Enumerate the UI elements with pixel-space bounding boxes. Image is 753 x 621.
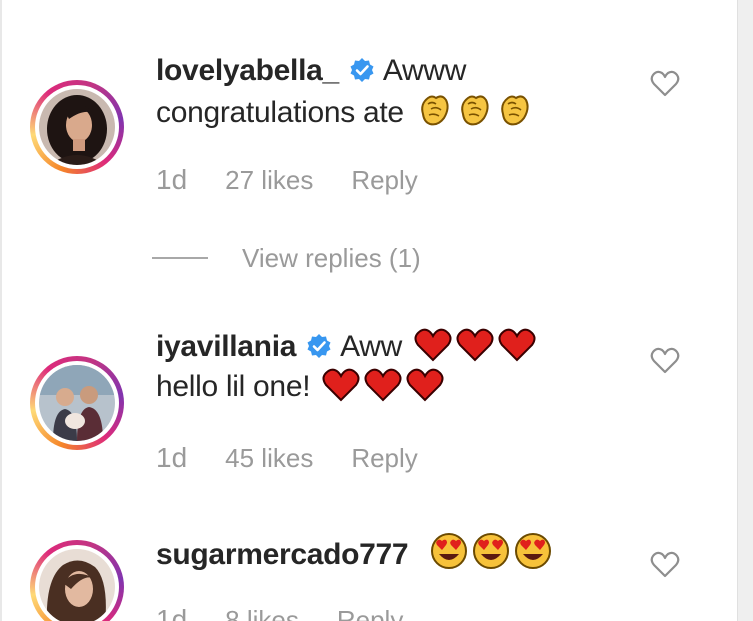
- red-heart-emoji-icon: [456, 328, 494, 362]
- avatar[interactable]: [39, 89, 115, 165]
- view-replies-button[interactable]: View replies (1): [152, 240, 421, 276]
- clapping-hands-emoji-icon: [416, 92, 452, 128]
- comment-text: Awww: [382, 54, 467, 87]
- avatar[interactable]: [39, 549, 115, 621]
- clapping-hands-emoji-icon: [496, 92, 532, 128]
- verified-badge-icon: [306, 331, 332, 369]
- comment-text: hello lil one!: [156, 370, 311, 403]
- likes-count[interactable]: 27 likes: [225, 165, 313, 196]
- like-heart-icon[interactable]: [650, 70, 680, 98]
- comment-meta: 1d 8 likes Reply: [156, 604, 403, 621]
- like-heart-icon[interactable]: [650, 347, 680, 375]
- comment-text-line-1: lovelyabella_ Awww: [156, 52, 466, 93]
- avatar-story-ring[interactable]: [30, 540, 124, 621]
- comment-text: congratulations ate: [156, 96, 404, 129]
- scrollbar[interactable]: [737, 0, 753, 621]
- comment-meta: 1d 45 likes Reply: [156, 442, 418, 474]
- reply-button[interactable]: Reply: [337, 605, 403, 621]
- username[interactable]: sugarmercado777: [156, 538, 409, 571]
- comment-text-line-2: congratulations ate: [156, 92, 532, 132]
- comment-text-line-1: sugarmercado777: [156, 532, 552, 574]
- comment-lovelyabella: lovelyabella_ Awww congratulations ate 1d…: [0, 0, 737, 240]
- heart-eyes-face-emoji-icon: [430, 532, 468, 570]
- red-heart-emoji-icon: [322, 368, 360, 402]
- username[interactable]: lovelyabella_: [156, 54, 339, 87]
- red-heart-emoji-icon: [414, 328, 452, 362]
- likes-count[interactable]: 8 likes: [225, 605, 299, 621]
- reply-button[interactable]: Reply: [351, 443, 417, 474]
- clapping-hands-emoji-icon: [456, 92, 492, 128]
- timestamp: 1d: [156, 164, 188, 195]
- comment-meta: 1d 27 likes Reply: [156, 164, 418, 196]
- verified-badge-icon: [349, 55, 375, 93]
- timestamp: 1d: [156, 442, 188, 473]
- reply-button[interactable]: Reply: [351, 165, 417, 196]
- username[interactable]: iyavillania: [156, 330, 296, 363]
- likes-count[interactable]: 45 likes: [225, 443, 313, 474]
- red-heart-emoji-icon: [364, 368, 402, 402]
- like-heart-icon[interactable]: [650, 551, 680, 579]
- avatar[interactable]: [39, 365, 115, 441]
- comment-iyavillania: iyavillania Aww hello lil one! 1d 45 likes…: [0, 300, 737, 520]
- comment-text: Aww: [340, 330, 403, 363]
- view-replies-label: View replies (1): [242, 242, 421, 273]
- red-heart-emoji-icon: [406, 368, 444, 402]
- heart-eyes-face-emoji-icon: [514, 532, 552, 570]
- comment-text-line-1: iyavillania Aww: [156, 328, 536, 369]
- view-replies-divider: [152, 257, 208, 259]
- avatar-story-ring[interactable]: [30, 356, 124, 450]
- timestamp: 1d: [156, 604, 188, 621]
- red-heart-emoji-icon: [498, 328, 536, 362]
- avatar-story-ring[interactable]: [30, 80, 124, 174]
- comment-text-line-2: hello lil one!: [156, 368, 444, 406]
- comment-sugarmercado777: sugarmercado777 1d 8 likes Reply: [0, 520, 737, 621]
- heart-eyes-face-emoji-icon: [472, 532, 510, 570]
